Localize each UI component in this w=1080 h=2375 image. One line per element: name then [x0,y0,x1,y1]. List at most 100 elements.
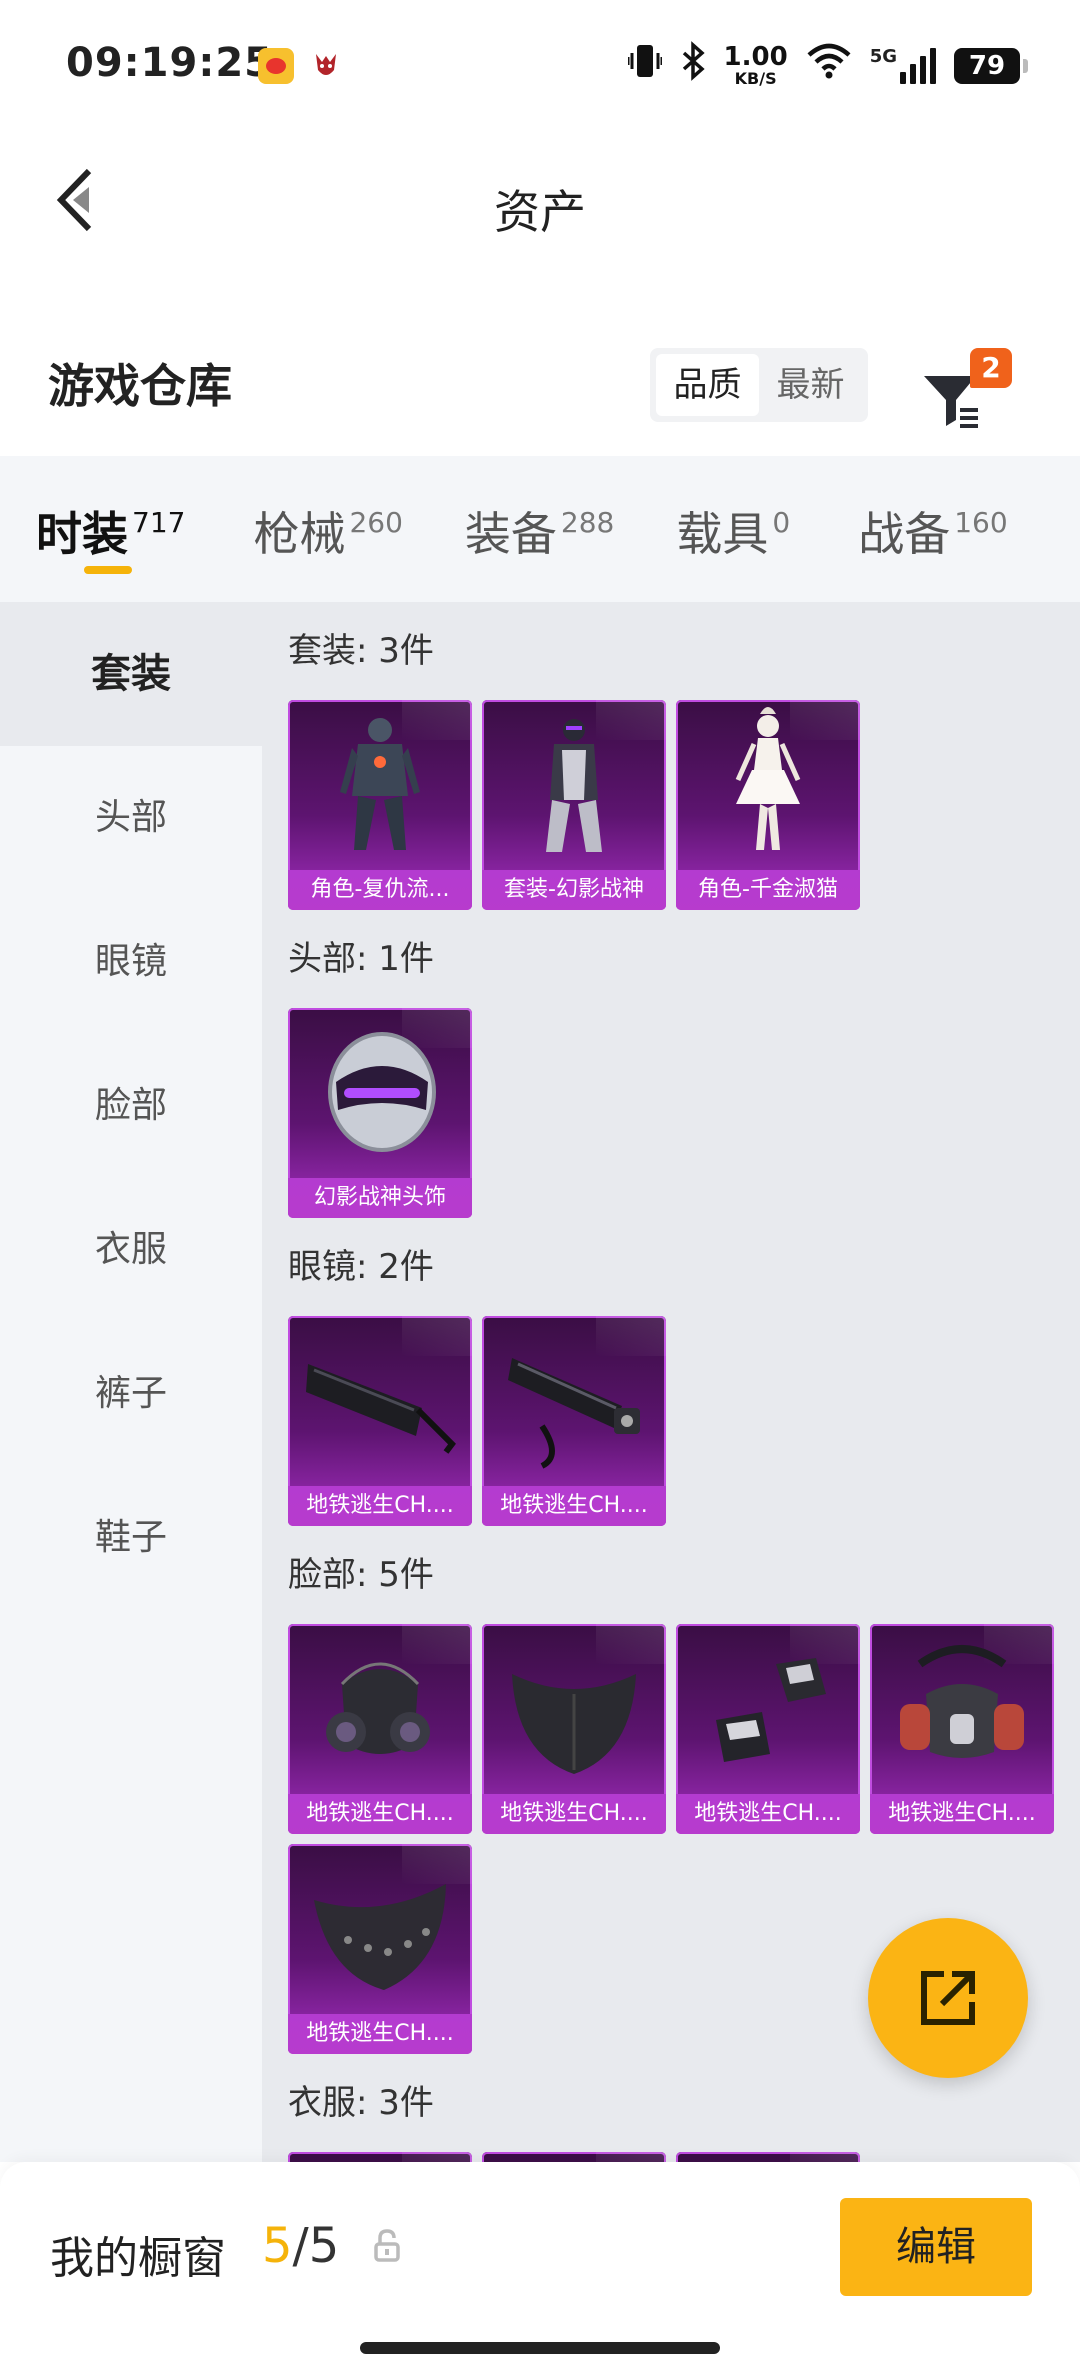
sidebar-item-face[interactable]: 脸部 [0,1034,262,1178]
white-dress-character-icon [735,707,801,850]
sort-toggle: 品质 最新 [650,348,868,422]
sort-option-quality[interactable]: 品质 [656,354,759,416]
wifi-icon [806,43,852,90]
item-name: 地铁逃生CH.... [676,1794,860,1834]
sidebar-item-pants[interactable]: 裤子 [0,1322,262,1466]
tab-fashion[interactable]: 时装 717 [36,456,185,602]
home-indicator[interactable] [360,2342,720,2354]
tab-vehicles[interactable]: 载具 0 [676,456,790,602]
sunglasses-icon [306,1364,456,1454]
edit-button[interactable]: 编辑 [840,2198,1032,2296]
section-title: 套装: 3件 [288,631,434,671]
lock-icon [374,2229,400,2262]
vibrate-icon [626,41,664,92]
sidebar-item-shoes[interactable]: 鞋子 [0,1466,262,1610]
clothing-icon [288,2152,472,2162]
item-card[interactable]: 地铁逃生CH.... [676,1624,860,1834]
share-button[interactable] [868,1918,1028,2078]
item-grid [288,2152,1068,2162]
tab-label: 枪械 [253,507,346,561]
gas-mask-icon [326,1662,430,1754]
item-name: 角色-复仇流... [288,870,472,910]
warehouse-title: 游戏仓库 [48,359,232,413]
tactical-glasses-icon [508,1358,640,1469]
item-card[interactable] [676,2152,860,2162]
item-name: 幻影战神头饰 [288,1178,472,1218]
tab-count: 288 [560,506,615,539]
armored-suit-icon [340,718,420,850]
section-title: 头部: 1件 [288,939,434,979]
face-mask-icon [512,1674,636,1774]
showcase-separator: / [292,2218,309,2274]
item-name: 地铁逃生CH.... [288,1794,472,1834]
bluetooth-icon [680,40,706,92]
item-name: 地铁逃生CH.... [288,2014,472,2054]
phantom-suit-icon [546,719,602,852]
sidebar-item-suits[interactable]: 套装 [0,602,262,746]
item-card[interactable]: 地铁逃生CH.... [482,1316,666,1526]
sidebar-item-head[interactable]: 头部 [0,746,262,890]
tab-label: 时装 [36,507,128,561]
category-tabs: 时装 717 枪械 260 装备 288 载具 0 战备 160 [0,456,1080,602]
helmet-icon [328,1032,436,1152]
status-bar: 09:19:25 1.00 KB/S 5G 79 [0,0,1080,130]
share-export-icon [921,1971,975,2025]
showcase-count: 5/5 [262,2218,339,2274]
item-card[interactable] [482,2152,666,2162]
tab-count: 260 [349,506,403,539]
item-name: 角色-千金淑猫 [676,870,860,910]
clothing-icon [676,2152,860,2162]
spiked-mask-icon [314,1884,446,1990]
nav-bar: 资产 [0,130,1080,280]
tab-label: 载具 [676,507,769,561]
sort-option-newest[interactable]: 最新 [759,354,862,416]
sidebar-item-glasses[interactable]: 眼镜 [0,890,262,1034]
item-card[interactable]: 角色-复仇流... [288,700,472,910]
net-speed: 1.00 KB/S [723,42,788,88]
item-grid: 角色-复仇流... 套装-幻影战神 角色-千金淑猫 [288,700,1068,910]
item-card[interactable]: 地铁逃生CH.... [482,1624,666,1834]
item-name: 地铁逃生CH.... [482,1794,666,1834]
item-name: 地铁逃生CH.... [288,1486,472,1526]
item-card[interactable]: 角色-千金淑猫 [676,700,860,910]
respirator-icon [900,1645,1024,1758]
weibo-notification-icon [258,48,294,84]
mouthpiece-icon [716,1658,826,1762]
showcase-current: 5 [262,2218,293,2274]
tab-count: 717 [132,506,186,539]
item-name: 地铁逃生CH.... [870,1794,1054,1834]
section-title: 眼镜: 2件 [288,1247,434,1287]
tab-equipment[interactable]: 装备 288 [465,456,614,602]
filter-count-badge: 2 [970,348,1012,388]
tab-active-indicator [84,566,132,574]
cellular-signal: 5G [870,48,936,84]
clothing-icon [482,2152,666,2162]
filter-button[interactable]: 2 [920,348,1012,434]
showcase-max: 5 [308,2218,340,2274]
showcase-label: 我的橱窗 [50,2233,226,2284]
item-name: 套装-幻影战神 [482,870,666,910]
tab-count: 0 [772,506,791,539]
item-card[interactable]: 地铁逃生CH.... [870,1624,1054,1834]
tab-label: 战备 [858,507,951,561]
item-card[interactable]: 地铁逃生CH.... [288,1844,472,2054]
battery-indicator: 79 [954,48,1028,84]
tab-count: 160 [954,506,1008,539]
item-card[interactable]: 地铁逃生CH.... [288,1316,472,1526]
tab-label: 装备 [464,507,557,561]
section-title: 脸部: 5件 [288,1555,434,1595]
item-card[interactable]: 套装-幻影战神 [482,700,666,910]
tab-supplies[interactable]: 战备 160 [858,456,1007,602]
status-time: 09:19:25 [66,40,273,86]
page-title: 资产 [494,185,586,239]
sidebar-item-clothes[interactable]: 衣服 [0,1178,262,1322]
tab-guns[interactable]: 枪械 260 [253,456,402,602]
sidebar: 套装 头部 眼镜 脸部 衣服 裤子 鞋子 [0,602,262,2162]
app-notification-icon [312,50,340,82]
item-card[interactable]: 幻影战神头饰 [288,1008,472,1218]
item-card[interactable]: 地铁逃生CH.... [288,1624,472,1834]
item-name: 地铁逃生CH.... [482,1486,666,1526]
item-card[interactable] [288,2152,472,2162]
warehouse-header: 游戏仓库 品质 最新 2 [0,320,1080,450]
item-grid: 地铁逃生CH.... 地铁逃生CH.... [288,1316,1068,1526]
